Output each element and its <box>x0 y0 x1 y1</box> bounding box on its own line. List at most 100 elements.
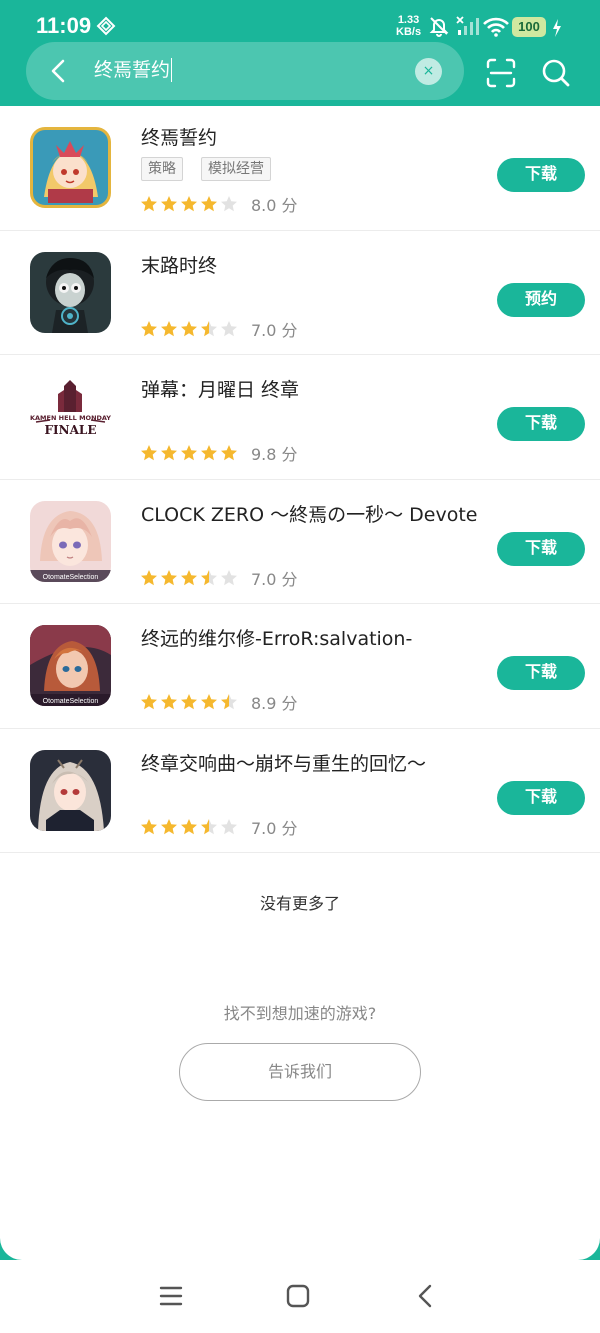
game-rating: 7.0 分 <box>140 815 298 839</box>
back-arrow-icon[interactable] <box>46 58 72 84</box>
game-rating: 8.9 分 <box>140 690 298 714</box>
star-icon <box>201 445 217 461</box>
star-rating <box>140 693 238 711</box>
search-icon[interactable] <box>541 58 571 88</box>
game-score: 8.9 分 <box>251 694 298 713</box>
scan-icon[interactable] <box>486 58 516 88</box>
star-icon <box>141 694 157 710</box>
star-icon <box>201 320 217 336</box>
reserve-button[interactable]: 预约 <box>497 282 585 317</box>
star-icon <box>141 818 157 834</box>
game-rating: 9.8 分 <box>140 441 298 465</box>
star-icon <box>221 445 237 461</box>
game-score: 7.0 分 <box>251 818 298 838</box>
download-button[interactable]: 下载 <box>497 780 585 815</box>
clear-search-button[interactable]: × <box>415 58 442 85</box>
network-speed: 1.33 KB/s <box>396 14 422 38</box>
game-title[interactable]: 末路时终 <box>141 251 217 278</box>
star-icon <box>141 196 157 212</box>
star-icon <box>161 196 177 212</box>
star-rating <box>140 444 238 462</box>
star-icon <box>141 445 157 461</box>
system-nav-bar <box>0 1260 600 1333</box>
star-icon <box>141 320 157 336</box>
star-icon <box>161 694 177 710</box>
feedback-prompt: 找不到想加速的游戏? <box>223 1004 377 1023</box>
star-icon <box>161 445 177 461</box>
game-title[interactable]: CLOCK ZERO ～終焉の一秒～ Devote <box>141 500 477 527</box>
logo-caption: OtomateSelection <box>43 698 99 705</box>
game-icon-symphony[interactable] <box>30 749 111 831</box>
game-tags: 策略 模拟经营 <box>141 157 271 181</box>
no-more-results: 没有更多了 <box>259 894 340 913</box>
star-icon <box>161 818 177 834</box>
tag: 模拟经营 <box>201 157 271 181</box>
download-button[interactable]: 下载 <box>497 158 585 192</box>
list-item[interactable]: 末路时终 7.0 分 预约 <box>0 231 600 355</box>
star-icon <box>221 694 237 710</box>
star-icon <box>181 320 197 336</box>
download-button[interactable]: 下载 <box>497 656 585 690</box>
star-icon <box>221 320 237 336</box>
list-item[interactable]: OtomateSelection CLOCK ZERO ～終焉の一秒～ Devo… <box>0 480 600 604</box>
home-icon[interactable] <box>284 1282 312 1310</box>
nav-back-icon[interactable] <box>412 1282 440 1310</box>
search-bar[interactable]: 终焉誓约 × <box>26 42 464 100</box>
wifi-icon <box>483 17 509 37</box>
star-icon <box>221 569 237 585</box>
star-icon <box>161 320 177 336</box>
star-icon <box>201 694 217 710</box>
network-diamond-icon <box>96 16 116 36</box>
game-icon-clock-zero[interactable]: OtomateSelection <box>30 500 111 582</box>
game-rating: 8.0 分 <box>140 192 298 216</box>
game-score: 8.0 分 <box>251 196 298 215</box>
star-icon <box>181 818 197 834</box>
star-rating <box>140 320 238 338</box>
game-score: 7.0 分 <box>251 569 298 589</box>
game-score: 9.8 分 <box>251 445 298 464</box>
game-score: 7.0 分 <box>251 320 298 340</box>
game-icon-error-salvation[interactable]: OtomateSelection <box>30 625 111 706</box>
menu-icon[interactable] <box>157 1282 185 1310</box>
app-header: 11:09 1.33 KB/s 100 终焉誓约 × <box>0 0 600 106</box>
game-list: 终焉誓约 策略 模拟经营 8.0 分 下载 末路时终 7.0 分 预约 KAME… <box>0 106 600 853</box>
game-title[interactable]: 弹幕：月曜日 终章 <box>141 375 299 402</box>
list-item[interactable]: 终章交响曲～崩坏与重生的回忆～ 7.0 分 下载 <box>0 729 600 853</box>
game-icon-danmaku-finale[interactable]: KAMEN HELL MONDAY FINALE <box>30 376 111 457</box>
game-rating: 7.0 分 <box>140 566 298 590</box>
star-rating <box>140 195 238 213</box>
star-icon <box>181 569 197 585</box>
download-button[interactable]: 下载 <box>497 531 585 566</box>
download-button[interactable]: 下载 <box>497 407 585 441</box>
star-icon <box>141 569 157 585</box>
status-time: 11:09 <box>36 13 92 38</box>
game-title[interactable]: 终章交响曲～崩坏与重生的回忆～ <box>141 749 426 776</box>
tag: 策略 <box>141 157 183 181</box>
star-icon <box>221 818 237 834</box>
charging-bolt-icon <box>553 19 561 37</box>
star-icon <box>181 196 197 212</box>
list-item[interactable]: 终焉誓约 策略 模拟经营 8.0 分 下载 <box>0 106 600 231</box>
game-rating: 7.0 分 <box>140 317 298 341</box>
star-icon <box>181 445 197 461</box>
logo-caption: FINALE <box>45 423 97 437</box>
list-item[interactable]: OtomateSelection 终远的维尔修-ErroR:salvation-… <box>0 604 600 729</box>
game-icon-molu-shizhong[interactable] <box>30 251 111 333</box>
game-title[interactable]: 终焉誓约 <box>141 123 217 150</box>
star-icon <box>201 818 217 834</box>
game-icon-shuuen-seiyaku[interactable] <box>30 127 111 208</box>
tell-us-button[interactable]: 告诉我们 <box>179 1043 421 1101</box>
battery-indicator: 100 <box>512 17 546 37</box>
star-rating <box>140 569 238 587</box>
search-input[interactable]: 终焉誓约 <box>94 58 173 82</box>
star-icon <box>161 569 177 585</box>
signal-icon <box>456 16 479 35</box>
star-icon <box>201 196 217 212</box>
list-item[interactable]: KAMEN HELL MONDAY FINALE 弹幕：月曜日 终章 9.8 分… <box>0 355 600 480</box>
star-icon <box>201 569 217 585</box>
game-title[interactable]: 终远的维尔修-ErroR:salvation- <box>141 624 412 651</box>
bell-mute-icon <box>429 17 449 37</box>
star-icon <box>181 694 197 710</box>
star-icon <box>221 196 237 212</box>
star-rating <box>140 818 238 836</box>
